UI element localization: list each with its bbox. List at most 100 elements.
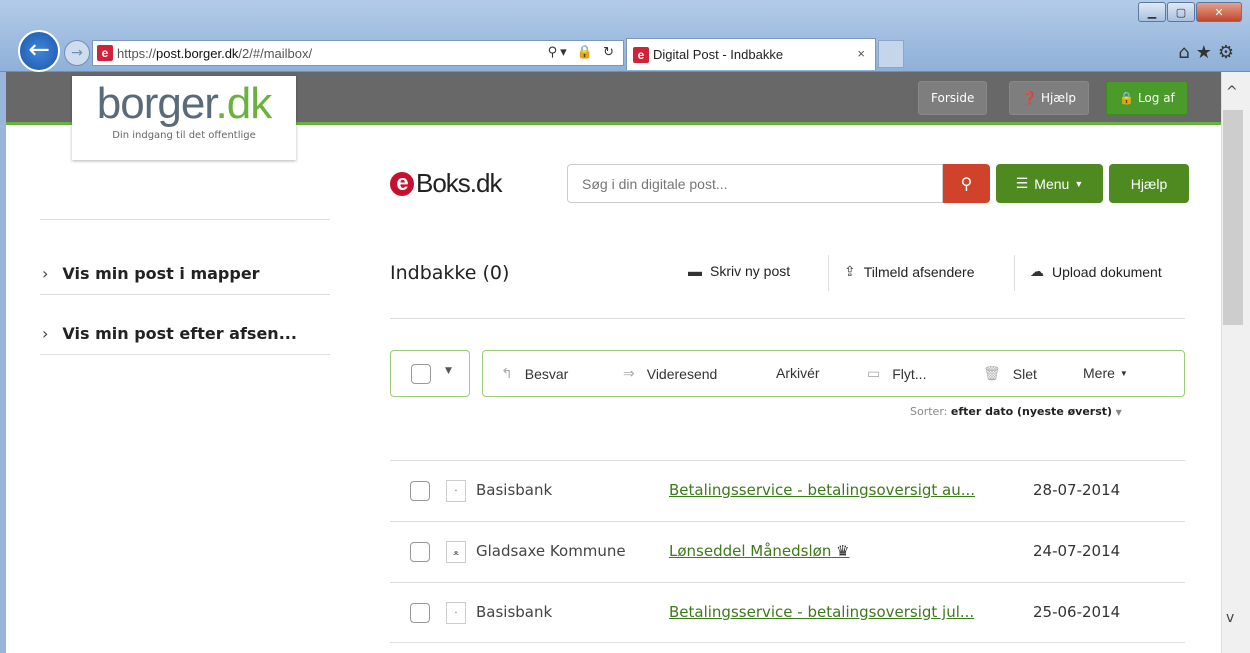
maximize-button[interactable]: ▢ <box>1167 2 1195 22</box>
back-button[interactable]: ← <box>18 30 60 72</box>
select-all-dropdown[interactable]: ▼ <box>390 350 470 397</box>
menu-button[interactable]: ☰ Menu ▼ <box>996 164 1103 203</box>
address-url: https://post.borger.dk/2/#/mailbox/ <box>117 45 313 61</box>
sort-control[interactable]: Sorter: efter dato (nyeste øverst) ▼ <box>910 405 1122 418</box>
caret-down-icon: ▼ <box>1115 408 1122 417</box>
eboks-logo[interactable]: e Boks.dk <box>390 168 502 199</box>
favorites-star-icon[interactable]: ★ <box>1196 42 1218 63</box>
sidebar-item-label: Vis min post i mapper <box>62 263 260 283</box>
sender-icon: · <box>446 602 466 624</box>
message-date: 24-07-2014 <box>1033 542 1121 560</box>
new-message-button[interactable]: ▬ Skriv ny post <box>688 263 790 279</box>
close-window-button[interactable]: ✕ <box>1196 2 1242 22</box>
caret-down-icon: ▼ <box>1119 368 1128 378</box>
reply-label: Besvar <box>524 365 569 382</box>
caret-down-icon[interactable]: ▼ <box>445 366 452 376</box>
message-checkbox[interactable] <box>410 542 430 562</box>
minimize-button[interactable]: ▁ <box>1138 2 1166 22</box>
sort-value[interactable]: efter dato (nyeste øverst) <box>951 405 1112 418</box>
site-favicon-icon: e <box>97 45 113 61</box>
eboks-brand: Boks.dk <box>416 168 502 198</box>
logo-tld: .dk <box>215 79 273 128</box>
message-row[interactable]: · Basisbank Betalingsservice - betalings… <box>390 460 1185 521</box>
message-checkbox[interactable] <box>410 481 430 501</box>
forward-button[interactable]: → <box>64 40 90 66</box>
message-subject[interactable]: Betalingsservice - betalingsoversigt au.… <box>669 481 975 499</box>
forward-arrow-icon: ⇒ <box>623 365 635 381</box>
divider <box>390 642 1185 643</box>
logout-button[interactable]: 🔒 Log af <box>1106 81 1188 115</box>
scrollbar-thumb[interactable] <box>1223 110 1243 325</box>
folder-icon: ▭ <box>867 365 881 381</box>
more-label: Mere <box>1083 365 1115 381</box>
eboks-e-icon: e <box>390 171 414 196</box>
chevron-right-icon: › <box>42 323 49 343</box>
tab-title: Digital Post - Indbakke <box>653 47 784 62</box>
message-sender: Basisbank <box>476 481 553 499</box>
question-icon: ❓ <box>1022 91 1037 105</box>
more-button[interactable]: Mere ▼ <box>1083 365 1128 381</box>
divider <box>1014 255 1015 291</box>
message-subject[interactable]: Lønseddel Månedsløn ♛ <box>669 542 850 560</box>
tab-close-icon[interactable]: × <box>857 46 865 61</box>
home-icon[interactable]: ⌂ <box>1178 42 1195 63</box>
delete-label: Slet <box>1012 365 1037 382</box>
hamburger-icon: ☰ <box>1015 175 1029 191</box>
inbox-upload-icon: ⇪ <box>844 263 856 279</box>
address-tools[interactable]: ⚲▾ 🔒 ↻ <box>548 45 617 60</box>
upload-label: Upload dokument <box>1052 263 1162 280</box>
message-subject[interactable]: Betalingsservice - betalingsoversigt jul… <box>669 603 974 621</box>
message-date: 25-06-2014 <box>1033 603 1121 621</box>
logout-label: Log af <box>1137 91 1175 105</box>
move-label: Flyt... <box>892 365 927 382</box>
borger-logo[interactable]: borger.dk Din indgang til det offentlige <box>72 76 296 160</box>
logo-main: borger <box>96 79 217 128</box>
forward-button[interactable]: ⇒ Videresend <box>623 365 717 382</box>
select-all-checkbox[interactable] <box>411 364 431 384</box>
new-tab-button[interactable] <box>878 40 904 68</box>
message-row[interactable]: ﻌ Gladsaxe Kommune Lønseddel Månedsløn ♛… <box>390 521 1185 582</box>
trash-icon: 🗑 <box>983 365 1001 381</box>
reply-button[interactable]: ↰ Besvar <box>501 365 568 382</box>
logo-tagline: Din indgang til det offentlige <box>112 130 256 141</box>
caret-down-icon: ▼ <box>1074 178 1084 189</box>
gear-icon[interactable]: ⚙ <box>1218 42 1240 63</box>
scroll-up-icon[interactable]: ^ <box>1226 84 1238 100</box>
divider <box>40 354 330 355</box>
message-checkbox[interactable] <box>410 603 430 623</box>
chevron-right-icon: › <box>42 263 49 283</box>
browser-tab[interactable]: e Digital Post - Indbakke × <box>626 38 876 70</box>
message-date: 28-07-2014 <box>1033 481 1121 499</box>
compose-icon: ▬ <box>688 263 702 279</box>
address-bar[interactable]: e https://post.borger.dk/2/#/mailbox/ ⚲▾… <box>92 40 624 66</box>
subscribe-senders-button[interactable]: ⇪ Tilmeld afsendere <box>844 263 975 280</box>
help-button[interactable]: Hjælp <box>1109 164 1189 203</box>
scroll-down-icon[interactable]: v <box>1226 610 1234 626</box>
message-row[interactable]: · Basisbank Betalingsservice - betalings… <box>390 582 1185 643</box>
search-input[interactable] <box>567 164 943 203</box>
upload-document-button[interactable]: ☁ Upload dokument <box>1030 263 1162 280</box>
sender-icon: · <box>446 480 466 502</box>
move-button[interactable]: ▭ Flyt... <box>867 365 926 382</box>
sender-icon: ﻌ <box>446 541 466 563</box>
crown-icon: ♛ <box>836 542 850 560</box>
search-button[interactable]: ⚲ <box>943 164 990 203</box>
forside-button[interactable]: Forside <box>918 81 988 115</box>
help-label: Hjælp <box>1040 91 1077 105</box>
reply-icon: ↰ <box>501 365 513 381</box>
divider <box>390 318 1185 319</box>
browser-toolbar-icons[interactable]: ⌂★⚙ <box>1178 42 1240 63</box>
delete-button[interactable]: 🗑 Slet <box>983 365 1037 382</box>
sidebar-item-label: Vis min post efter afsen... <box>62 323 297 343</box>
subscribe-label: Tilmeld afsendere <box>863 263 975 280</box>
window-controls: ▁ ▢ ✕ <box>1137 2 1242 22</box>
browser-chrome: ▁ ▢ ✕ ← → e https://post.borger.dk/2/#/m… <box>0 0 1250 72</box>
lock-icon: 🔒 <box>1119 91 1134 105</box>
archive-button[interactable]: Arkivér <box>776 365 820 381</box>
message-sender: Gladsaxe Kommune <box>476 542 626 560</box>
message-sender: Basisbank <box>476 603 553 621</box>
cloud-upload-icon: ☁ <box>1030 263 1044 279</box>
divider <box>40 294 330 295</box>
divider <box>40 219 330 220</box>
help-button-top[interactable]: ❓ Hjælp <box>1009 81 1090 115</box>
